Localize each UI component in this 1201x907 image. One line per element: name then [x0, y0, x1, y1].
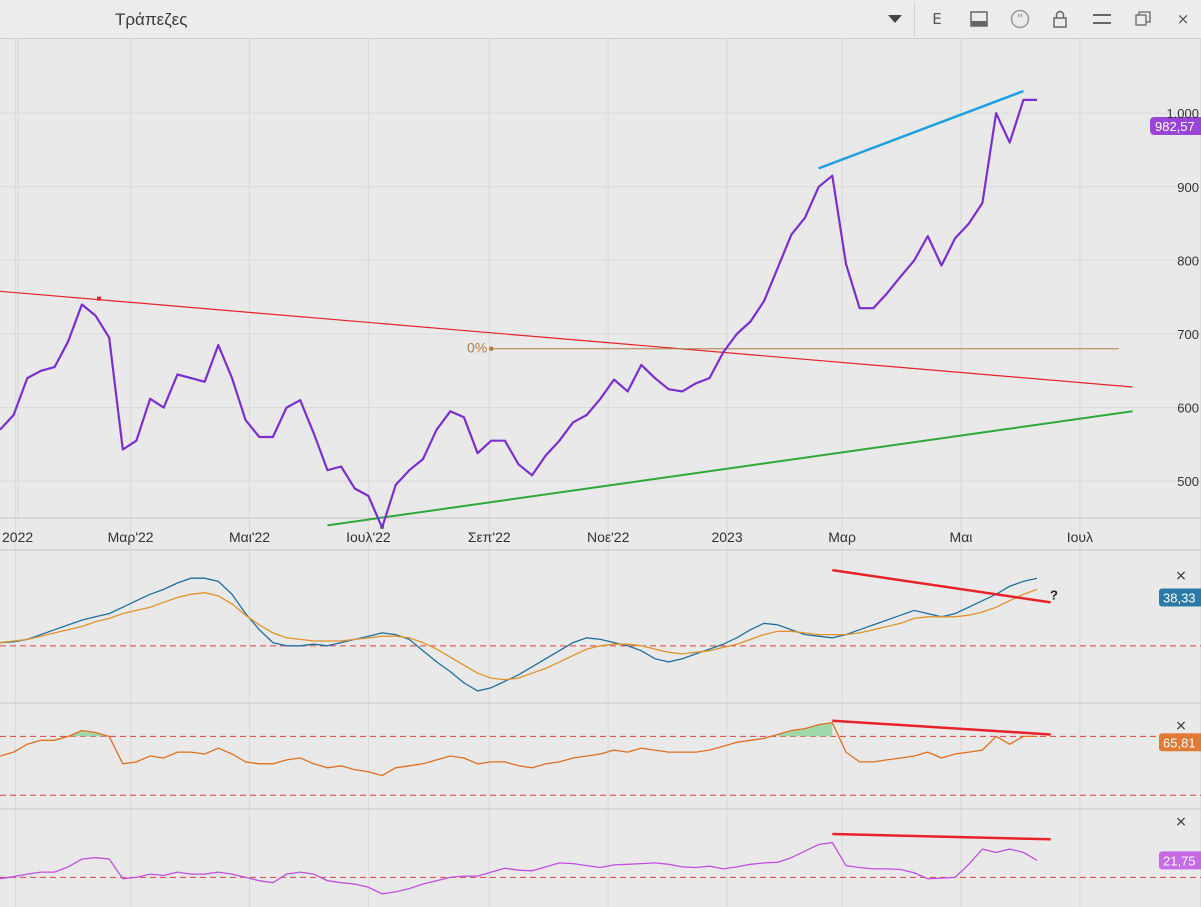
question-annotation: ? — [1050, 587, 1058, 602]
indicator-2-value-label: 65,81 — [1163, 735, 1196, 750]
y-axis-tick-label: 900 — [1177, 180, 1199, 195]
indicator-1-main-line — [0, 577, 1038, 692]
fib-level-label: 0% — [467, 340, 487, 356]
y-axis-tick-label: 800 — [1177, 253, 1199, 268]
chevron-down-icon[interactable] — [880, 6, 910, 32]
indicator-panel-1: ? 38,33 × — [0, 568, 1201, 692]
price-series-line — [0, 98, 1037, 529]
indicator-3-value-label: 21,75 — [1163, 853, 1196, 868]
panel-icon[interactable] — [964, 6, 994, 32]
restore-icon[interactable] — [1128, 6, 1158, 32]
overbought-fill-area — [777, 722, 833, 737]
trendline-anchor-marker — [97, 296, 101, 301]
close-indicator-2-icon[interactable]: × — [1175, 718, 1187, 734]
indicator-1-divergence-line — [832, 568, 1051, 604]
x-axis-tick-label: 2023 — [711, 529, 742, 545]
x-axis-tick-label: 2022 — [2, 529, 33, 545]
indicator-1-value-label: 38,33 — [1163, 591, 1196, 606]
x-axis-tick-label: Μαρ'22 — [108, 529, 154, 545]
y-axis-tick-label: 600 — [1177, 401, 1199, 416]
x-axis-tick-label: Νοε'22 — [587, 529, 630, 545]
x-axis-tick-label: Ιουλ — [1067, 529, 1093, 545]
indicator-panel-2: 65,81× — [0, 718, 1201, 796]
x-axis-tick-label: Μαι'22 — [229, 529, 270, 545]
x-axis-tick-label: Ιουλ'22 — [346, 529, 391, 545]
close-indicator-1-icon[interactable]: × — [1175, 568, 1187, 584]
red-trendline — [0, 290, 1133, 388]
indicator-2-line — [0, 721, 1037, 777]
svg-text:”: ” — [1017, 13, 1024, 28]
menu-icon[interactable] — [1087, 6, 1117, 32]
toolbar-divider — [914, 2, 915, 37]
chart-area[interactable]: 0%982,57 ? 38,33× 65,81× 21,75× 500600700… — [0, 39, 1201, 907]
close-indicator-3-icon[interactable]: × — [1175, 814, 1187, 830]
indicator-2-divergence-line — [832, 719, 1051, 736]
window-title: Τράπεζες — [115, 10, 188, 29]
last-value-label: 982,57 — [1155, 119, 1195, 134]
indicator-panel-3: 21,75 × — [0, 814, 1201, 895]
x-axis-tick-label: Μαι — [950, 529, 973, 545]
indicator-3-line — [0, 841, 1038, 895]
chart-axes: 500 600 700 800 900 1.000 2022 Μαρ'22 Μαι'22 Ιουλ… — [2, 106, 1199, 545]
y-axis-tick-label: 1.000 — [1166, 106, 1199, 121]
fib-anchor-marker — [489, 346, 494, 351]
y-axis-tick-label: 700 — [1177, 327, 1199, 342]
quote-icon[interactable]: ” — [1005, 6, 1035, 32]
indicator-3-divergence-line — [832, 832, 1051, 841]
title-bar: Τράπεζες E ” × — [0, 0, 1201, 39]
x-axis-tick-label: Σεπ'22 — [468, 529, 511, 545]
close-icon[interactable]: × — [1168, 6, 1198, 32]
y-axis-tick-label: 500 — [1177, 474, 1199, 489]
chart-grid — [0, 39, 1201, 907]
green-trendline — [327, 410, 1133, 527]
lock-icon[interactable] — [1045, 6, 1075, 32]
price-panel: 0% 982,57 — [0, 89, 1201, 529]
e-button[interactable]: E — [922, 6, 952, 32]
indicator-1-signal-line — [0, 588, 1038, 681]
x-axis-tick-label: Μαρ — [828, 529, 856, 545]
